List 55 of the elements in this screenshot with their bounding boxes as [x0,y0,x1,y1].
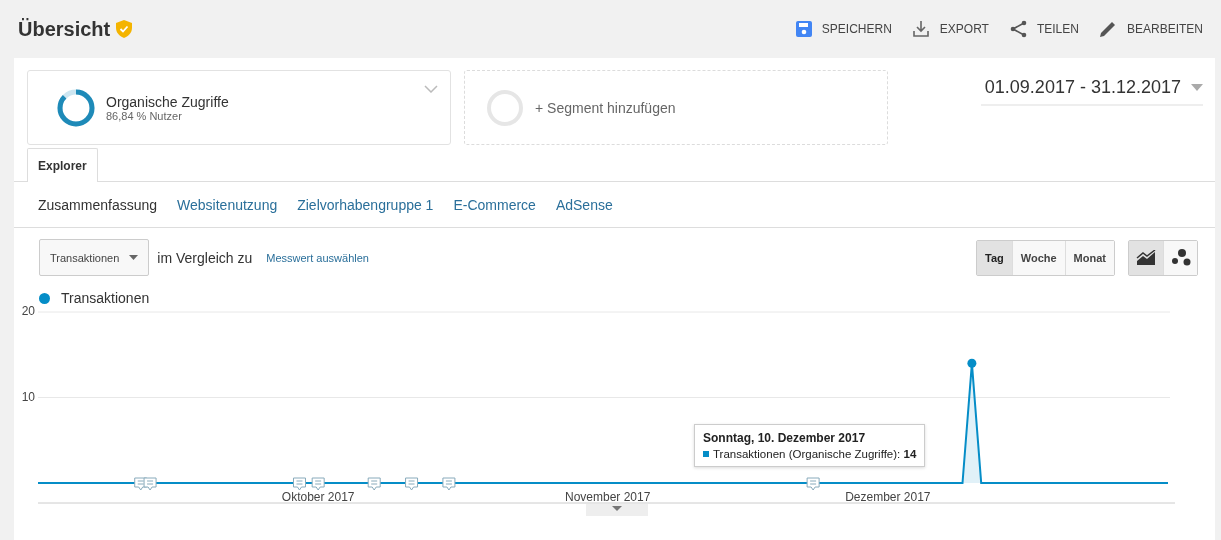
line-chart-icon [1136,249,1156,266]
download-icon [911,20,930,38]
tooltip-value: Transaktionen (Organische Zugriffe): 14 [713,448,917,460]
data-point [967,358,977,368]
date-range-picker[interactable]: 01.09.2017 - 31.12.2017 [980,70,1203,106]
granularity-button[interactable]: Tag [977,240,1012,275]
add-segment-label: + Segment hinzufügen [535,99,676,116]
report-tab[interactable]: Websitenutzung [177,196,278,213]
caret-icon [1191,83,1203,91]
annotation-icon[interactable] [405,477,419,491]
segment-detail: 86,84 % Nutzer [106,109,182,122]
add-segment-card[interactable]: + Segment hinzufügen [464,70,888,145]
annotation-icon[interactable] [311,477,325,491]
tooltip-title: Sonntag, 10. Dezember 2017 [703,431,867,445]
granularity-button[interactable]: Woche [1011,240,1065,275]
report-tab[interactable]: Zusammenfassung [38,196,158,213]
y-tick-label: 20 [21,306,35,319]
bubble-chart-button[interactable] [1163,240,1197,275]
share-icon [1008,20,1027,38]
series-swatch [703,451,709,457]
legend-label: Transaktionen [61,290,150,306]
report-tab[interactable]: E-Commerce [453,196,536,213]
report-tab[interactable]: AdSense [555,196,613,213]
line-chart-button[interactable] [1129,240,1163,275]
caret-icon [129,255,139,260]
annotation-icon[interactable] [806,477,820,491]
page-title: Übersicht [18,17,111,41]
chevron-down-icon[interactable] [424,85,438,93]
save-icon [795,21,812,37]
segment-card[interactable]: Organische Zugriffe 86,84 % Nutzer [27,70,451,145]
pencil-icon [1098,20,1117,38]
annotation-icon[interactable] [143,477,157,491]
empty-ring-icon [485,87,525,128]
x-tick-label: Oktober 2017 [281,490,355,504]
save-button[interactable]: SPEICHERN [795,20,892,38]
bubbles-icon [1170,248,1191,267]
scroll-handle[interactable] [586,504,648,516]
annotation-icon[interactable] [367,477,381,491]
granularity-button[interactable]: Monat [1064,240,1114,275]
x-tick-label: November 2017 [564,490,651,504]
report-tab[interactable]: Zielvorhabengruppe 1 [297,196,434,213]
tab[interactable]: Explorer [27,148,98,182]
share-button[interactable]: TEILEN [1008,20,1079,38]
y-tick-label: 10 [21,389,35,404]
segment-ring-icon [56,87,96,128]
shield-check-icon [116,20,133,38]
edit-button[interactable]: BEARBEITEN [1098,20,1203,38]
annotation-icon[interactable] [442,477,456,491]
export-button[interactable]: EXPORT [911,20,989,38]
segment-name: Organische Zugriffe [106,93,229,110]
compare-label: im Vergleich zu [157,249,253,266]
select-metric-link[interactable]: Messwert auswählen [266,251,369,264]
x-tick-label: Dezember 2017 [845,490,931,504]
annotation-icon[interactable] [293,477,306,491]
metric-dropdown[interactable]: Transaktionen [39,239,150,276]
